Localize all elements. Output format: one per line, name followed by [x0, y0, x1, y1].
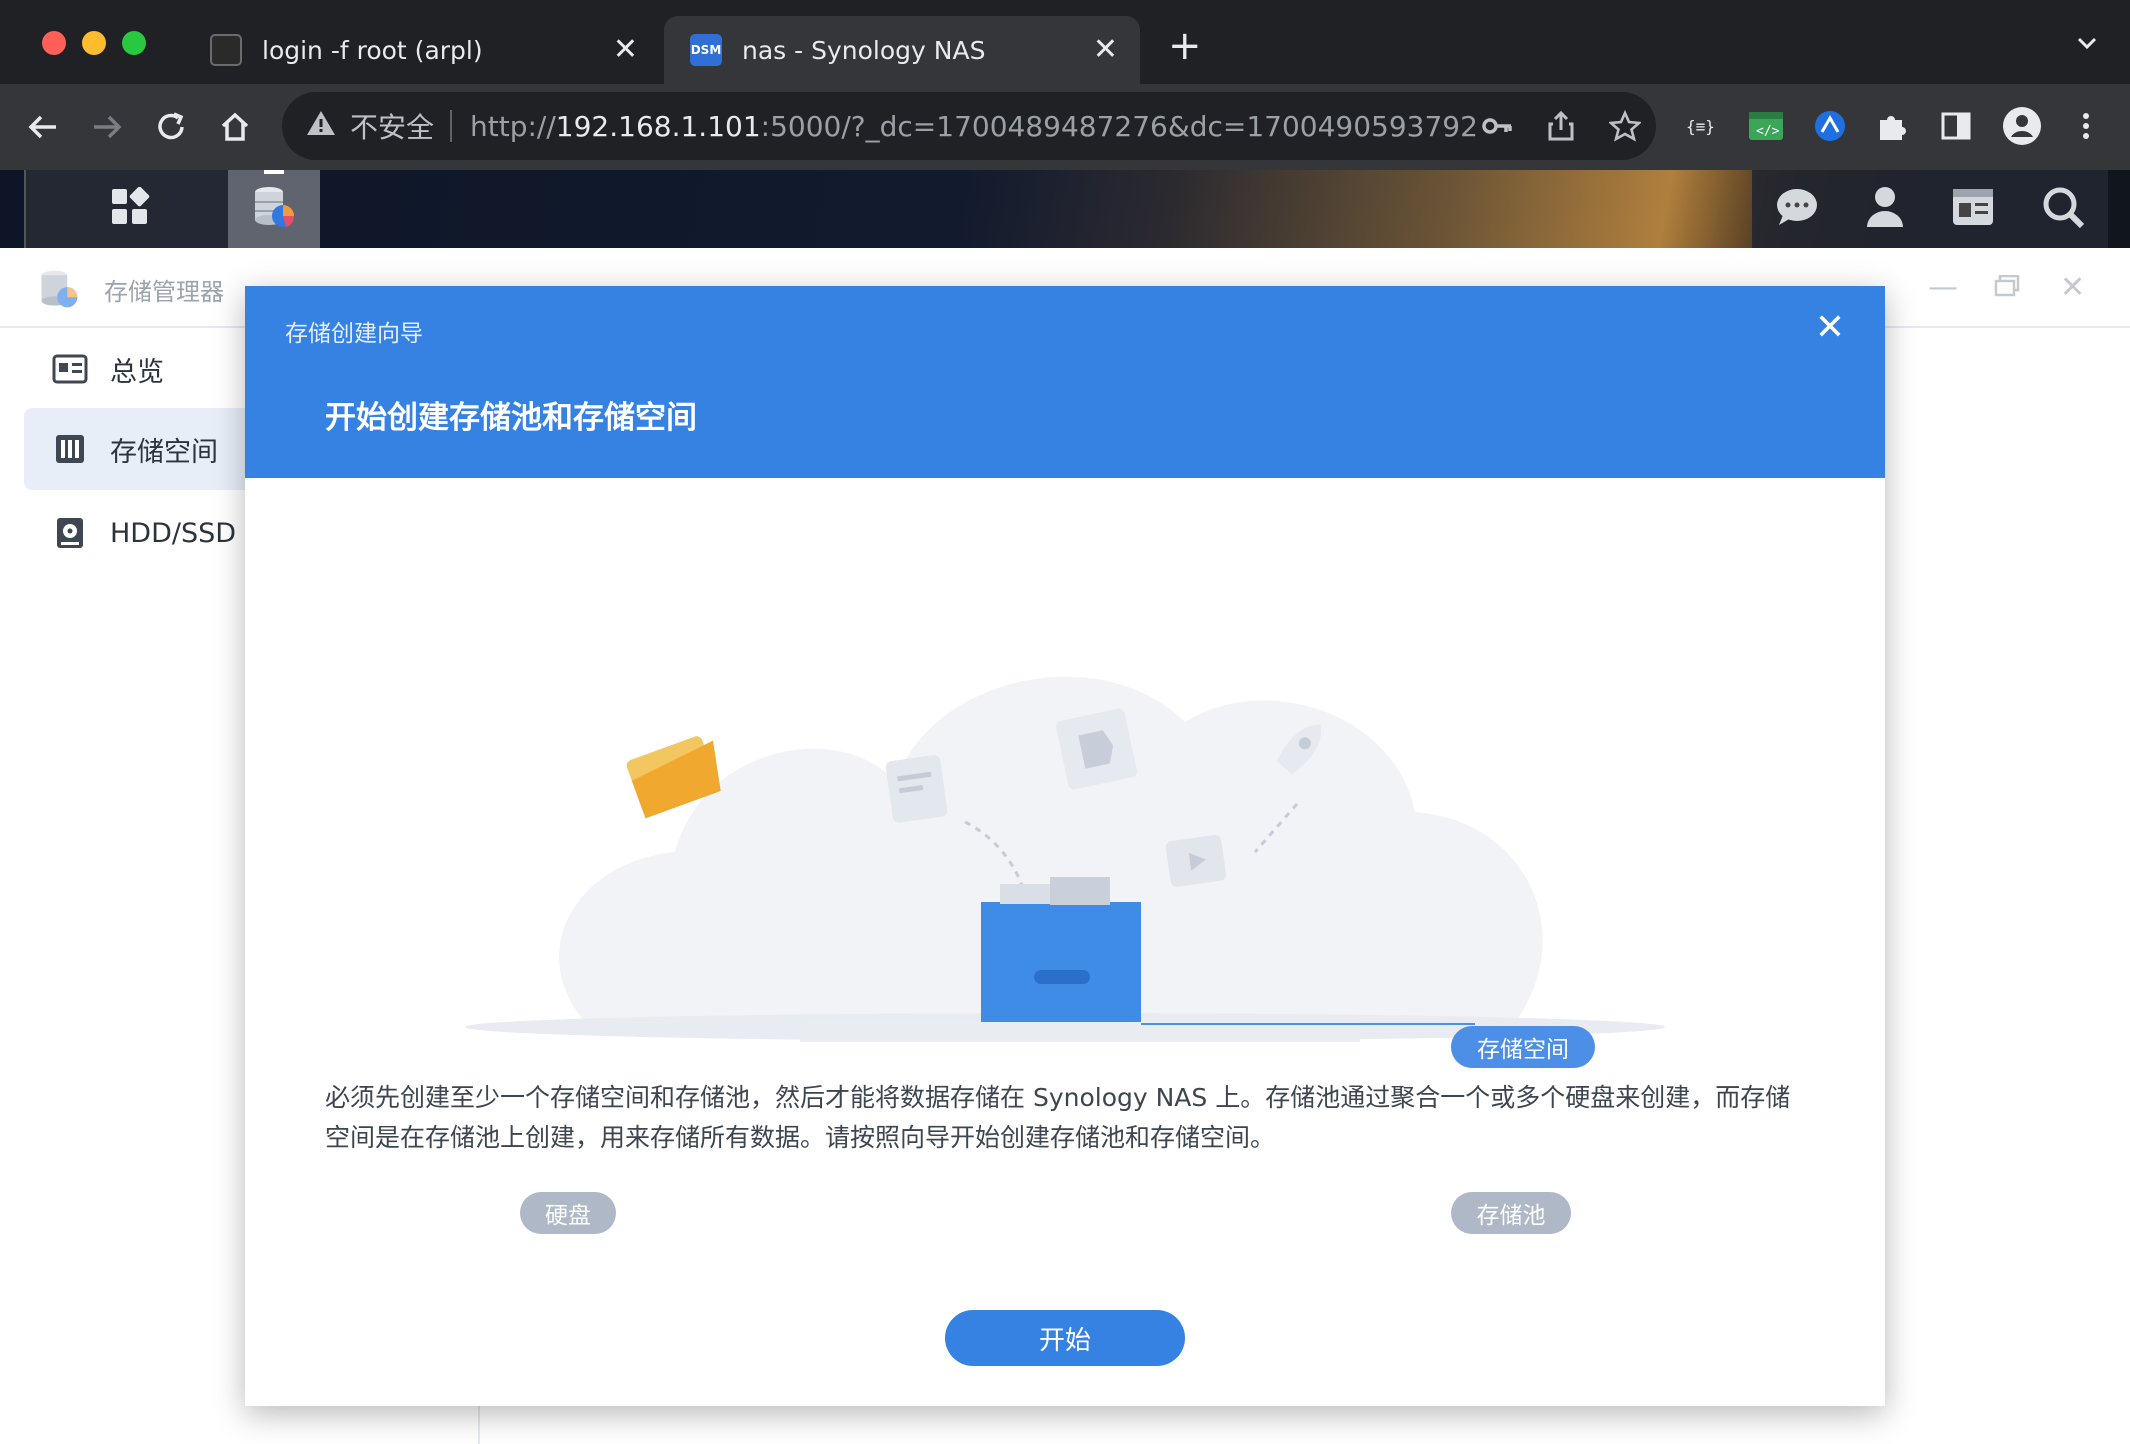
url-text[interactable]: http://192.168.1.101:5000/?_dc=170048948… [470, 110, 1478, 143]
security-label[interactable]: 不安全 [350, 106, 434, 146]
dialog-description: 必须先创建至少一个存储空间和存储池，然后才能将数据存储在 Synology NA… [325, 1083, 1791, 1152]
main-menu-button[interactable] [44, 170, 216, 248]
dsm-icon: DSM [690, 34, 722, 66]
close-tab-icon[interactable]: ✕ [613, 35, 638, 65]
back-button[interactable] [22, 106, 64, 148]
tab-title: login -f root (arpl) [262, 35, 483, 65]
maximize-window-button[interactable] [122, 31, 146, 55]
terminal-icon [210, 34, 242, 66]
home-button[interactable] [214, 106, 256, 148]
dialog-header: 存储创建向导 开始创建存储池和存储空间 ✕ [245, 286, 1885, 478]
disk-label: 硬盘 [520, 1192, 616, 1234]
profile-avatar-icon[interactable] [2002, 106, 2042, 146]
dsm-taskbar [0, 170, 2130, 248]
browser-menu-icon[interactable] [2066, 106, 2106, 146]
browser-titlebar: login -f root (arpl) ✕ DSM nas - Synolog… [0, 0, 2130, 84]
tab-terminal[interactable]: login -f root (arpl) ✕ [184, 16, 660, 84]
vpn-extension-icon[interactable] [1810, 106, 1850, 146]
storage-manager-icon [249, 182, 299, 236]
dsm-taskbar-right [1752, 170, 2108, 248]
tab-search-chevron-icon[interactable] [2074, 30, 2100, 60]
search-icon[interactable] [2041, 185, 2085, 233]
hdd-icon [52, 515, 88, 551]
minimize-window-button[interactable] [82, 31, 106, 55]
pool-label: 存储池 [1451, 1192, 1571, 1234]
reload-button[interactable] [150, 106, 192, 148]
sidebar-item-label: 总览 [110, 356, 164, 388]
dialog-subtitle: 存储创建向导 [285, 321, 423, 347]
main-menu-icon [110, 186, 150, 231]
side-panel-icon[interactable] [1936, 106, 1976, 146]
storage-manager-taskbar-button[interactable] [228, 170, 320, 248]
warning-icon[interactable] [306, 109, 336, 144]
volume-label: 存储空间 [1451, 1026, 1595, 1068]
svg-text:</>: </> [1756, 124, 1780, 139]
sidebar-item-label: 存储空间 [110, 436, 218, 468]
dialog-title: 开始创建存储池和存储空间 [325, 400, 697, 436]
puzzle-extensions-icon[interactable] [1872, 106, 1912, 146]
devtools-extension-icon[interactable]: </> [1746, 106, 1786, 146]
svg-text:{≡}: {≡} [1686, 117, 1715, 136]
divider [450, 110, 453, 142]
overview-icon [52, 351, 88, 387]
bookmark-star-icon[interactable] [1608, 109, 1642, 143]
widgets-icon[interactable] [1951, 187, 1995, 231]
close-icon[interactable]: ✕ [1815, 310, 1845, 346]
notification-chat-icon[interactable] [1775, 187, 1819, 231]
key-icon[interactable] [1480, 109, 1514, 143]
tab-title: nas - Synology NAS [742, 35, 986, 65]
active-indicator [264, 170, 284, 174]
minimize-icon[interactable]: — [1928, 270, 1958, 305]
close-icon[interactable]: ✕ [2060, 270, 2085, 305]
window-title: 存储管理器 [104, 278, 224, 306]
json-extension-icon[interactable]: {≡} [1682, 106, 1722, 146]
sidebar-item-label: HDD/SSD [110, 517, 237, 549]
volume-icon [52, 431, 88, 467]
close-window-button[interactable] [42, 31, 66, 55]
tab-synology-nas[interactable]: DSM nas - Synology NAS ✕ [664, 16, 1140, 84]
share-icon[interactable] [1544, 109, 1578, 143]
new-tab-button[interactable]: + [1168, 26, 1202, 66]
storage-creation-wizard-dialog: 存储创建向导 开始创建存储池和存储空间 ✕ 存储空间 硬盘 存储池 必须先创建至… [245, 286, 1885, 1406]
close-tab-icon[interactable]: ✕ [1093, 35, 1118, 65]
start-button[interactable]: 开始 [945, 1310, 1185, 1366]
storage-illustration [465, 676, 1665, 1042]
user-account-icon[interactable] [1865, 185, 1905, 233]
forward-button[interactable] [86, 106, 128, 148]
storage-manager-icon [36, 266, 82, 316]
address-bar[interactable]: 不安全 http://192.168.1.101:5000/?_dc=17004… [282, 92, 1656, 160]
maximize-icon[interactable] [1994, 270, 2020, 305]
